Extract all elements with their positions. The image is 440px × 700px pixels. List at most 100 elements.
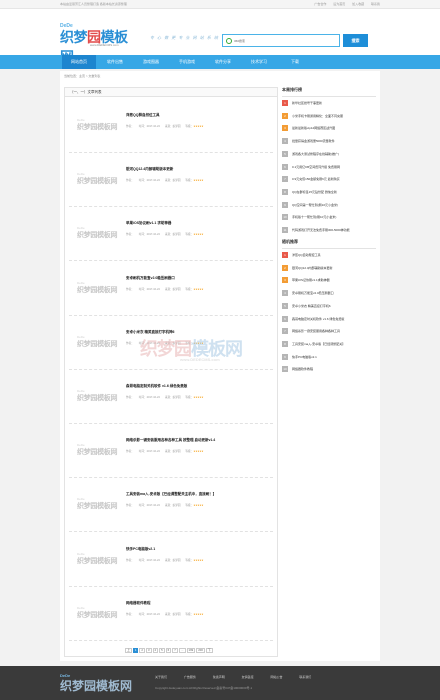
article-title[interactable]: 网络杀影一键安装服用各种各种工具 按整理,自动更新v1.4 — [126, 438, 215, 443]
article-thumbnail[interactable]: DeDe 织梦园模板网 — [75, 485, 121, 524]
nav-item-software-sale[interactable]: 软件出售 — [98, 55, 132, 69]
page-link[interactable]: 5 — [159, 648, 165, 653]
nav-item-games[interactable]: 游戏图器 — [134, 55, 168, 69]
recommend-item[interactable]: 3 苹果iOS证协刷v1.1求助神器 — [282, 274, 376, 286]
article-item[interactable]: DeDe 织梦园模板网 安卓刷机万能宝v2.0稳压刷器口 作者： 时间：2017-10-… — [69, 263, 273, 316]
article-thumbnail[interactable]: DeDe 织梦园模板网 — [75, 160, 121, 199]
rank-label[interactable]: 0.1元用亿KB空间费同升级 免费刷网 — [292, 165, 376, 169]
recommend-label[interactable]: 网络器软件教程 — [292, 367, 376, 371]
recommend-label[interactable]: 苹果iOS证协刷v1.1求助神器 — [292, 278, 376, 282]
page-link[interactable]: 2 — [139, 648, 145, 653]
rank-item[interactable]: 9 QQ空间第一帮忙到(刷10元小金米) — [282, 199, 376, 211]
rank-item[interactable]: 10 手机版十一帮忙到(刷10元小金米) — [282, 211, 376, 223]
footer-link-ads[interactable]: 广告服务 — [184, 675, 196, 679]
article-title[interactable]: 工具安装ma入-安卓版【已经调整配关主机中，直接刷！】 — [126, 492, 216, 497]
rank-label[interactable]: 游戏各大测试修程序在线辅助(推广) — [292, 152, 376, 156]
recommend-label[interactable]: 安卓刷机万能宝v2.0稳压刷器口 — [292, 291, 376, 295]
page-link[interactable]: 4 — [152, 648, 159, 653]
recommend-label[interactable]: 快手PC电脑版v2.1 — [292, 355, 376, 359]
rank-item[interactable]: 1 新华社区抢号干事更新 — [282, 97, 376, 109]
recommend-label[interactable]: 网络杀影一键安装服用各种各种工具 — [292, 329, 376, 333]
article-item[interactable]: DeDe 织梦园模板网 网络器软件教程 作者： 时间：2017-10-24 来源：织梦园等… — [69, 588, 273, 641]
article-title[interactable]: 快手PC电脑版v2.1 — [126, 547, 155, 552]
rank-label[interactable]: 代码游戏打开无法免费手刷300-5000神功能 — [292, 228, 376, 232]
rank-item[interactable]: 6 0.1元用亿KB空间费同升级 免费刷网 — [282, 161, 376, 173]
footer-link-about[interactable]: 关于我们 — [155, 675, 167, 679]
recommend-item[interactable]: 6 森哥电脑定时关机软件 v1.6 绿色免费版 — [282, 313, 376, 325]
article-thumbnail[interactable]: DeDe 织梦园模板网 — [75, 539, 121, 578]
rank-label[interactable]: 小米手机卡刷通用精化：全面不同充服 — [292, 114, 376, 118]
page-link[interactable]: 上 — [125, 648, 132, 653]
top-link-ad[interactable]: 广告合作 — [314, 2, 326, 6]
rank-item[interactable]: 8 QQ在群标签15元钻份配 微信全新 — [282, 186, 376, 198]
recommend-label[interactable]: 工具安装ma入-安卓版【已经调整配关】 — [292, 342, 376, 346]
recommend-item[interactable]: 9 快手PC电脑版v2.1 — [282, 351, 376, 363]
recommend-item[interactable]: 8 工具安装ma入-安卓版【已经调整配关】 — [282, 338, 376, 350]
top-link-contact[interactable]: 联系我 — [371, 2, 380, 6]
rank-item[interactable]: 3 最新最新版vip12网络赛区战升图 — [282, 122, 376, 134]
nav-item-home[interactable]: 网站首页 — [62, 55, 96, 69]
article-item[interactable]: DeDe 织梦园模板网 快手PC电脑版v2.1 作者： 时间：2017-10-24 来源：… — [69, 534, 273, 587]
article-title[interactable]: 洋葱QQ群自然位工具 — [126, 113, 159, 118]
article-item[interactable]: DeDe 织梦园模板网 苹果iOS协议刷v1.1 求助神器 作者： 时间：2017-10… — [69, 208, 273, 262]
recommend-label[interactable]: 森哥电脑定时关机软件 v1.6 绿色免费版 — [292, 317, 376, 321]
article-title[interactable]: 苹果iOS协议刷v1.1 求助神器 — [126, 221, 171, 226]
rank-label[interactable]: 0.9元充值150金额免刷6元 最新购买 — [292, 177, 376, 181]
article-title[interactable]: 森哥电脑定制关机软件 v1.6 绿色免费版 — [126, 384, 187, 389]
page-link[interactable]: 1 — [132, 648, 139, 653]
recommend-label[interactable]: 安卓小米衣 精美直接打字机6 — [292, 304, 376, 308]
rank-label[interactable]: QQ在群标签15元钻份配 微信全新 — [292, 190, 376, 194]
rank-label[interactable]: 新华社区抢号干事更新 — [292, 101, 376, 105]
rank-item[interactable]: 5 游戏各大测试修程序在线辅助(推广) — [282, 148, 376, 160]
article-thumbnail[interactable]: DeDe 织梦园模板网 — [75, 593, 121, 632]
rank-label[interactable]: 批量获得金游戏册5000流量软件 — [292, 139, 376, 143]
article-item[interactable]: DeDe 织梦园模板网 工具安装ma入-安卓版【已经调整配关主机中，直接刷！】 作者：… — [69, 479, 273, 533]
recommend-item[interactable]: 2 银河QQ12.4内部辅助版本更新 — [282, 262, 376, 274]
rank-item[interactable]: 2 小米手机卡刷通用精化：全面不同充服 — [282, 110, 376, 122]
nav-item-tech[interactable]: 技术学习 — [242, 55, 276, 69]
page-link[interactable]: 下 — [205, 648, 213, 653]
nav-item-mobile-games[interactable]: 手机游戏 — [170, 55, 204, 69]
rank-label[interactable]: QQ空间第一帮忙到(刷10元小金米) — [292, 203, 376, 207]
article-thumbnail[interactable]: DeDe 织梦园模板网 — [75, 106, 121, 144]
rank-item[interactable]: 4 批量获得金游戏册5000流量软件 — [282, 135, 376, 147]
page-link[interactable]: 3 — [145, 648, 152, 653]
footer-link-friends[interactable]: 友情链接 — [242, 675, 254, 679]
recommend-item[interactable]: 4 安卓刷机万能宝v2.0稳压刷器口 — [282, 287, 376, 299]
page-link[interactable]: 199 — [186, 648, 196, 653]
rank-item[interactable]: 7 0.9元充值150金额免刷6元 最新购买 — [282, 173, 376, 185]
nav-item-download[interactable]: 下载 — [278, 55, 312, 69]
article-title[interactable]: 安卓刷机万能宝v2.0稳压刷器口 — [126, 276, 175, 281]
page-link[interactable]: … — [178, 648, 186, 653]
footer-link-notice[interactable]: 网站公告 — [270, 675, 282, 679]
rank-label[interactable]: 最新最新版vip12网络赛区战升图 — [292, 126, 376, 130]
article-title[interactable]: 网络器软件教程 — [126, 601, 151, 606]
article-item[interactable]: DeDe 织梦园模板网 森哥电脑定制关机软件 v1.6 绿色免费版 作者： 时间：201… — [69, 371, 273, 424]
article-thumbnail[interactable]: DeDe 织梦园模板网 — [75, 214, 121, 253]
search-button[interactable]: 搜索 — [343, 34, 368, 47]
article-thumbnail[interactable]: DeDe 织梦园模板网 — [75, 377, 121, 415]
search-input[interactable]: 360搜索 — [222, 34, 340, 47]
article-item[interactable]: DeDe 织梦园模板网 洋葱QQ群自然位工具 作者： 时间：2017-10-24 来源：织… — [69, 100, 273, 153]
site-logo[interactable]: DeDe 织梦园模板网 www.DEDECMS.com — [60, 23, 140, 65]
article-thumbnail[interactable]: DeDe 织梦园模板网 — [75, 431, 121, 470]
article-title[interactable]: 银河QQ12.4内部辅助版本更新 — [126, 167, 173, 172]
recommend-label[interactable]: 银河QQ12.4内部辅助版本更新 — [292, 266, 376, 270]
recommend-item[interactable]: 1 洋葱QQ自动帮控工具 — [282, 249, 376, 261]
article-thumbnail[interactable]: DeDe 织梦园模板网 — [75, 268, 121, 307]
top-link-home[interactable]: 设为首页 — [333, 2, 345, 6]
recommend-item[interactable]: 10 网络器软件教程 — [282, 363, 376, 375]
recommend-label[interactable]: 洋葱QQ自动帮控工具 — [292, 253, 376, 257]
top-link-fav[interactable]: 加入收藏 — [352, 2, 364, 6]
recommend-item[interactable]: 7 网络杀影一键安装服用各种各种工具 — [282, 325, 376, 337]
article-item[interactable]: DeDe 织梦园模板网 网络杀影一键安装服用各种各种工具 按整理,自动更新v1.4 作… — [69, 425, 273, 479]
footer-link-contact[interactable]: 联系我们 — [299, 675, 311, 679]
footer-link-disclaimer[interactable]: 免责声明 — [213, 675, 225, 679]
article-thumbnail[interactable]: DeDe 织梦园模板网 — [75, 322, 121, 361]
rank-item[interactable]: 11 代码游戏打开无法免费手刷300-5000神功能 — [282, 224, 376, 236]
nav-item-software-share[interactable]: 软件分享 — [206, 55, 240, 69]
page-link[interactable]: 6 — [165, 648, 172, 653]
page-link[interactable]: 7 — [172, 648, 178, 653]
recommend-item[interactable]: 5 安卓小米衣 精美直接打字机6 — [282, 300, 376, 312]
rank-label[interactable]: 手机版十一帮忙到(刷10元小金米) — [292, 215, 376, 219]
